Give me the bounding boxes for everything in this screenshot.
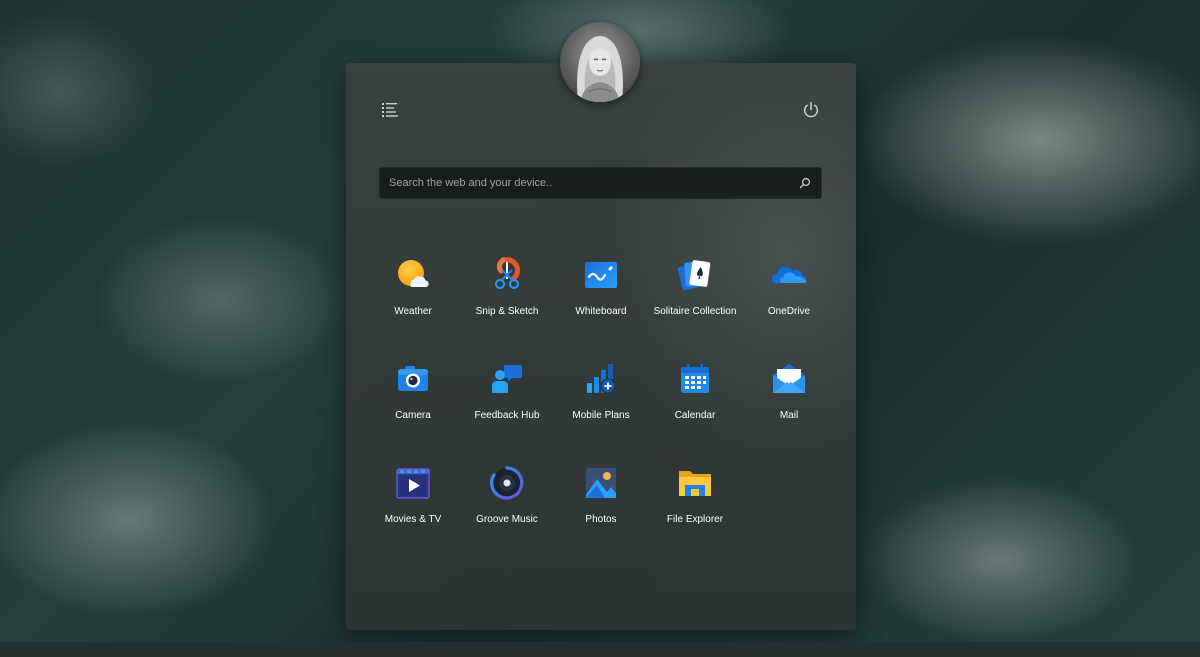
start-menu: Weather Snip & Sketch [346, 63, 856, 630]
app-tile-whiteboard[interactable]: Whiteboard [554, 253, 648, 349]
power-button[interactable] [801, 100, 821, 120]
app-label: OneDrive [767, 306, 811, 317]
app-label: Snip & Sketch [475, 306, 539, 317]
app-tile-file-explorer[interactable]: File Explorer [648, 461, 742, 557]
search-input[interactable] [380, 168, 789, 198]
app-tile-groove-music[interactable]: Groove Music [460, 461, 554, 557]
app-tile-photos[interactable]: Photos [554, 461, 648, 557]
mobile-plans-icon [587, 364, 616, 394]
app-label: Movies & TV [384, 514, 442, 525]
hamburger-list-icon [382, 103, 398, 117]
solitaire-icon [677, 260, 711, 291]
app-tile-mail[interactable]: Mail [742, 357, 836, 453]
app-tile-calendar[interactable]: Calendar [648, 357, 742, 453]
app-label: Solitaire Collection [653, 306, 737, 317]
photos-icon [586, 468, 616, 498]
app-tile-movies-tv[interactable]: Movies & TV [366, 461, 460, 557]
app-tile-feedback-hub[interactable]: Feedback Hub [460, 357, 554, 453]
app-tile-solitaire[interactable]: Solitaire Collection [648, 253, 742, 349]
app-tile-camera[interactable]: Camera [366, 357, 460, 453]
camera-icon [398, 366, 428, 391]
app-tile-onedrive[interactable]: OneDrive [742, 253, 836, 349]
movies-tv-icon [396, 468, 430, 499]
calendar-icon [681, 364, 709, 393]
app-label: Photos [585, 514, 617, 525]
app-label: Feedback Hub [474, 410, 540, 421]
power-icon [804, 101, 818, 118]
app-label: File Explorer [666, 514, 724, 525]
weather-icon [398, 260, 429, 287]
app-tile-mobile-plans[interactable]: Mobile Plans [554, 357, 648, 453]
user-photo [560, 22, 640, 102]
user-avatar[interactable] [560, 22, 640, 102]
snip-sketch-icon [494, 257, 520, 290]
app-label: Groove Music [476, 514, 538, 525]
onedrive-icon [772, 267, 807, 283]
desktop-background: Weather Snip & Sketch [0, 0, 1200, 657]
search-box[interactable] [379, 167, 822, 199]
app-label: Weather [394, 306, 432, 317]
whiteboard-icon [585, 262, 617, 288]
app-label: Calendar [674, 410, 716, 421]
app-label: Whiteboard [575, 306, 627, 317]
app-label: Mobile Plans [572, 410, 630, 421]
file-explorer-icon [679, 471, 711, 496]
app-tile-snip-sketch[interactable]: Snip & Sketch [460, 253, 554, 349]
taskbar [0, 642, 1200, 657]
app-label: Camera [395, 410, 431, 421]
all-apps-menu-button[interactable] [380, 101, 400, 119]
app-tile-weather[interactable]: Weather [366, 253, 460, 349]
app-label: Mail [779, 410, 799, 421]
mail-icon [773, 364, 805, 393]
feedback-hub-icon [492, 365, 522, 393]
search-icon[interactable] [799, 177, 811, 189]
groove-music-icon [490, 466, 524, 500]
